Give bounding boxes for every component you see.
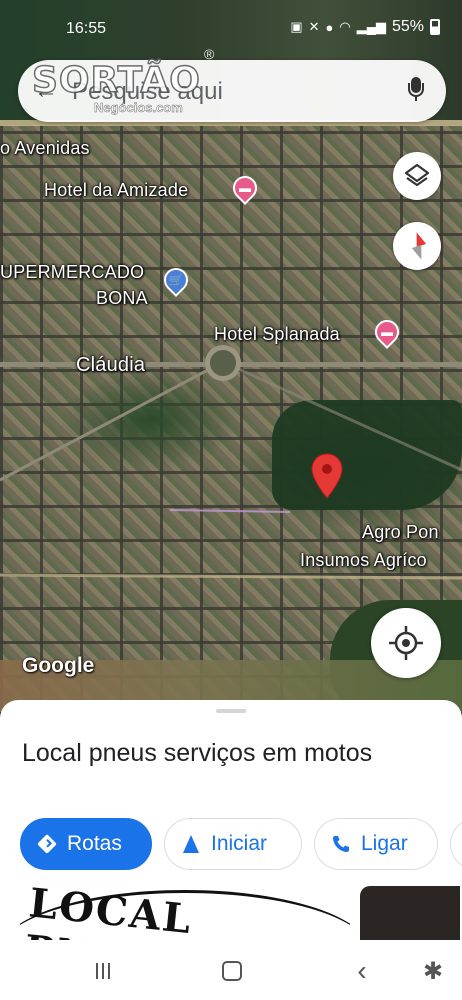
map-label-claudia[interactable]: Cláudia bbox=[76, 354, 145, 377]
status-bar: 16:55 ▣ ✕ ● ◠ ▂▄▆ 55% bbox=[0, 16, 462, 44]
search-bar[interactable]: ← bbox=[18, 60, 446, 122]
map-label-insumos[interactable]: Insumos Agríco bbox=[300, 550, 427, 571]
phone-icon bbox=[331, 834, 351, 854]
place-photo-2[interactable] bbox=[360, 886, 460, 940]
call-label: Ligar bbox=[361, 832, 408, 855]
map-label-avenidas[interactable]: o Avenidas bbox=[0, 138, 90, 159]
map-label-bona[interactable]: BONA bbox=[96, 288, 148, 309]
directions-button[interactable]: Rotas bbox=[20, 818, 152, 870]
place-photos[interactable]: LOCAL PNEUS bbox=[20, 886, 460, 940]
layers-button[interactable] bbox=[393, 152, 441, 200]
sheet-drag-handle[interactable] bbox=[216, 709, 246, 713]
signal-icon: ▂▄▆ bbox=[356, 19, 386, 34]
search-input[interactable] bbox=[70, 74, 374, 110]
notification-icon: ▣ bbox=[290, 19, 303, 34]
compass-button[interactable] bbox=[393, 222, 441, 270]
status-icons: ▣ ✕ ● ◠ ▂▄▆ 55% bbox=[290, 18, 440, 36]
wifi-icon: ◠ bbox=[339, 19, 351, 34]
roundabout bbox=[205, 345, 241, 381]
more-actions-chip[interactable] bbox=[450, 818, 462, 870]
directions-label: Rotas bbox=[67, 832, 122, 855]
place-title: Local pneus serviços em motos bbox=[22, 739, 373, 767]
home-icon[interactable] bbox=[217, 956, 247, 986]
battery-icon bbox=[430, 19, 440, 35]
place-photo[interactable]: LOCAL PNEUS bbox=[20, 886, 350, 940]
action-chips: Rotas Iniciar Ligar bbox=[20, 818, 462, 872]
google-attribution: Google bbox=[22, 654, 95, 677]
place-sheet[interactable]: Local pneus serviços em motos Rotas Inic… bbox=[0, 700, 462, 940]
map-label-agro[interactable]: Agro Pon bbox=[362, 522, 439, 543]
mute-icon: ✕ bbox=[308, 19, 320, 34]
directions-icon bbox=[37, 834, 57, 854]
location-pin-icon[interactable] bbox=[310, 453, 344, 499]
navigation-icon bbox=[181, 834, 201, 854]
accessibility-icon[interactable]: ✱ bbox=[418, 956, 448, 986]
status-time: 16:55 bbox=[66, 20, 107, 37]
recent-apps-icon[interactable] bbox=[88, 956, 118, 986]
map-label-supermercado[interactable]: UPERMERCADO bbox=[0, 262, 144, 283]
location-icon: ● bbox=[325, 19, 334, 35]
my-location-button[interactable] bbox=[371, 608, 441, 678]
mic-icon[interactable] bbox=[408, 77, 424, 103]
back-arrow-icon[interactable]: ← bbox=[34, 77, 58, 105]
system-nav-bar: ‹ ✱ bbox=[0, 940, 462, 1000]
map-label-hotel-amizade[interactable]: Hotel da Amizade bbox=[44, 180, 188, 201]
compass-south bbox=[411, 244, 427, 262]
battery-percent: 55% bbox=[391, 18, 424, 35]
layers-icon bbox=[404, 163, 430, 187]
start-button[interactable]: Iniciar bbox=[164, 818, 302, 870]
map-label-hotel-splanada[interactable]: Hotel Splanada bbox=[214, 324, 340, 345]
start-label: Iniciar bbox=[211, 832, 268, 855]
call-button[interactable]: Ligar bbox=[314, 818, 438, 870]
my-location-icon bbox=[389, 626, 423, 660]
back-icon[interactable]: ‹ bbox=[347, 955, 377, 986]
